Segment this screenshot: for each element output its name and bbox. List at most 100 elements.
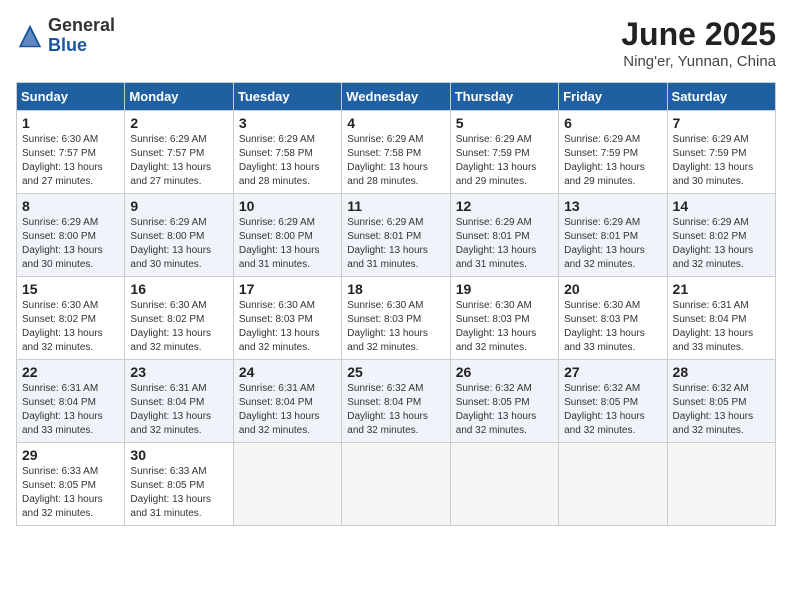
day-info: Sunrise: 6:29 AM Sunset: 7:59 PM Dayligh… (456, 133, 553, 189)
day-number: 13 (564, 198, 661, 214)
day-info: Sunrise: 6:32 AM Sunset: 8:05 PM Dayligh… (564, 382, 661, 438)
day-number: 4 (347, 115, 444, 131)
col-monday: Monday (125, 83, 233, 111)
calendar-body: 1Sunrise: 6:30 AM Sunset: 7:57 PM Daylig… (17, 111, 776, 526)
calendar-cell: 18 Sunrise: 6:30 AM Sunset: 8:03 PM Dayli… (342, 277, 450, 360)
calendar-cell: 5Sunrise: 6:29 AM Sunset: 7:59 PM Daylig… (450, 111, 558, 194)
day-number: 26 (456, 364, 553, 380)
day-number: 24 (239, 364, 336, 380)
calendar-header: Sunday Monday Tuesday Wednesday Thursday… (17, 83, 776, 111)
day-number: 30 (130, 447, 227, 463)
calendar-cell: 26 Sunrise: 6:32 AM Sunset: 8:05 PM Dayli… (450, 360, 558, 443)
day-number: 25 (347, 364, 444, 380)
calendar-cell: 8 Sunrise: 6:29 AM Sunset: 8:00 PM Daylig… (17, 194, 125, 277)
calendar-cell (559, 443, 667, 526)
day-number: 29 (22, 447, 119, 463)
logo-icon (16, 22, 44, 50)
day-number: 11 (347, 198, 444, 214)
col-saturday: Saturday (667, 83, 775, 111)
day-info: Sunrise: 6:31 AM Sunset: 8:04 PM Dayligh… (673, 299, 770, 355)
calendar-cell: 4 Sunrise: 6:29 AM Sunset: 7:58 PM Daylig… (342, 111, 450, 194)
col-friday: Friday (559, 83, 667, 111)
day-info: Sunrise: 6:29 AM Sunset: 7:57 PM Dayligh… (130, 133, 227, 189)
location-subtitle: Ning'er, Yunnan, China (621, 53, 776, 70)
header-row: Sunday Monday Tuesday Wednesday Thursday… (17, 83, 776, 111)
day-number: 10 (239, 198, 336, 214)
day-info: Sunrise: 6:32 AM Sunset: 8:04 PM Dayligh… (347, 382, 444, 438)
day-number: 28 (673, 364, 770, 380)
col-sunday: Sunday (17, 83, 125, 111)
calendar-row: 15 Sunrise: 6:30 AM Sunset: 8:02 PM Dayli… (17, 277, 776, 360)
day-info: Sunrise: 6:33 AM Sunset: 8:05 PM Dayligh… (22, 465, 119, 521)
logo: General Blue (16, 16, 115, 56)
calendar-cell: 11 Sunrise: 6:29 AM Sunset: 8:01 PM Dayli… (342, 194, 450, 277)
day-info: Sunrise: 6:31 AM Sunset: 8:04 PM Dayligh… (239, 382, 336, 438)
day-info: Sunrise: 6:32 AM Sunset: 8:05 PM Dayligh… (456, 382, 553, 438)
day-info: Sunrise: 6:30 AM Sunset: 8:02 PM Dayligh… (130, 299, 227, 355)
calendar-cell: 6 Sunrise: 6:29 AM Sunset: 7:59 PM Daylig… (559, 111, 667, 194)
calendar-cell: 1Sunrise: 6:30 AM Sunset: 7:57 PM Daylig… (17, 111, 125, 194)
day-info: Sunrise: 6:29 AM Sunset: 8:01 PM Dayligh… (347, 216, 444, 272)
day-info: Sunrise: 6:29 AM Sunset: 7:59 PM Dayligh… (673, 133, 770, 189)
calendar-row: 22 Sunrise: 6:31 AM Sunset: 8:04 PM Dayli… (17, 360, 776, 443)
day-number: 6 (564, 115, 661, 131)
calendar-cell: 28 Sunrise: 6:32 AM Sunset: 8:05 PM Dayli… (667, 360, 775, 443)
day-number: 17 (239, 281, 336, 297)
calendar-cell: 20 Sunrise: 6:30 AM Sunset: 8:03 PM Dayli… (559, 277, 667, 360)
title-block: June 2025 Ning'er, Yunnan, China (621, 16, 776, 70)
day-number: 18 (347, 281, 444, 297)
calendar-cell: 25 Sunrise: 6:32 AM Sunset: 8:04 PM Dayli… (342, 360, 450, 443)
calendar-cell: 30 Sunrise: 6:33 AM Sunset: 8:05 PM Dayli… (125, 443, 233, 526)
calendar-cell: 23 Sunrise: 6:31 AM Sunset: 8:04 PM Dayli… (125, 360, 233, 443)
day-info: Sunrise: 6:29 AM Sunset: 7:58 PM Dayligh… (347, 133, 444, 189)
calendar-cell: 12Sunrise: 6:29 AM Sunset: 8:01 PM Dayli… (450, 194, 558, 277)
calendar-row: 29 Sunrise: 6:33 AM Sunset: 8:05 PM Dayli… (17, 443, 776, 526)
day-info: Sunrise: 6:30 AM Sunset: 8:03 PM Dayligh… (347, 299, 444, 355)
calendar-cell: 27 Sunrise: 6:32 AM Sunset: 8:05 PM Dayli… (559, 360, 667, 443)
day-info: Sunrise: 6:29 AM Sunset: 8:00 PM Dayligh… (130, 216, 227, 272)
day-number: 2 (130, 115, 227, 131)
calendar-cell: 22Sunrise: 6:31 AM Sunset: 8:04 PM Dayli… (17, 360, 125, 443)
calendar-cell: 29 Sunrise: 6:33 AM Sunset: 8:05 PM Dayli… (17, 443, 125, 526)
day-info: Sunrise: 6:30 AM Sunset: 8:03 PM Dayligh… (239, 299, 336, 355)
day-number: 22 (22, 364, 119, 380)
col-wednesday: Wednesday (342, 83, 450, 111)
day-info: Sunrise: 6:30 AM Sunset: 8:03 PM Dayligh… (564, 299, 661, 355)
day-info: Sunrise: 6:29 AM Sunset: 8:00 PM Dayligh… (22, 216, 119, 272)
calendar-row: 1Sunrise: 6:30 AM Sunset: 7:57 PM Daylig… (17, 111, 776, 194)
day-info: Sunrise: 6:31 AM Sunset: 8:04 PM Dayligh… (130, 382, 227, 438)
logo-blue-text: Blue (48, 36, 115, 56)
calendar-row: 8 Sunrise: 6:29 AM Sunset: 8:00 PM Daylig… (17, 194, 776, 277)
calendar-cell: 24 Sunrise: 6:31 AM Sunset: 8:04 PM Dayli… (233, 360, 341, 443)
day-number: 27 (564, 364, 661, 380)
day-number: 15 (22, 281, 119, 297)
calendar-cell (233, 443, 341, 526)
day-number: 20 (564, 281, 661, 297)
calendar-cell: 10 Sunrise: 6:29 AM Sunset: 8:00 PM Dayli… (233, 194, 341, 277)
day-number: 12 (456, 198, 553, 214)
calendar-cell: 17 Sunrise: 6:30 AM Sunset: 8:03 PM Dayli… (233, 277, 341, 360)
col-thursday: Thursday (450, 83, 558, 111)
day-info: Sunrise: 6:29 AM Sunset: 7:59 PM Dayligh… (564, 133, 661, 189)
calendar-cell: 13 Sunrise: 6:29 AM Sunset: 8:01 PM Dayli… (559, 194, 667, 277)
day-number: 8 (22, 198, 119, 214)
day-info: Sunrise: 6:29 AM Sunset: 8:00 PM Dayligh… (239, 216, 336, 272)
day-info: Sunrise: 6:32 AM Sunset: 8:05 PM Dayligh… (673, 382, 770, 438)
day-number: 16 (130, 281, 227, 297)
logo-general-text: General (48, 16, 115, 36)
calendar-cell: 2 Sunrise: 6:29 AM Sunset: 7:57 PM Daylig… (125, 111, 233, 194)
calendar-cell: 19Sunrise: 6:30 AM Sunset: 8:03 PM Dayli… (450, 277, 558, 360)
calendar-cell: 7 Sunrise: 6:29 AM Sunset: 7:59 PM Daylig… (667, 111, 775, 194)
day-number: 21 (673, 281, 770, 297)
day-number: 1 (22, 115, 119, 131)
day-number: 23 (130, 364, 227, 380)
calendar-cell (667, 443, 775, 526)
day-info: Sunrise: 6:30 AM Sunset: 8:02 PM Dayligh… (22, 299, 119, 355)
day-number: 7 (673, 115, 770, 131)
day-info: Sunrise: 6:29 AM Sunset: 8:01 PM Dayligh… (564, 216, 661, 272)
calendar-cell (342, 443, 450, 526)
calendar-cell (450, 443, 558, 526)
day-info: Sunrise: 6:33 AM Sunset: 8:05 PM Dayligh… (130, 465, 227, 521)
day-info: Sunrise: 6:29 AM Sunset: 7:58 PM Dayligh… (239, 133, 336, 189)
page-header: General Blue June 2025 Ning'er, Yunnan, … (16, 16, 776, 70)
